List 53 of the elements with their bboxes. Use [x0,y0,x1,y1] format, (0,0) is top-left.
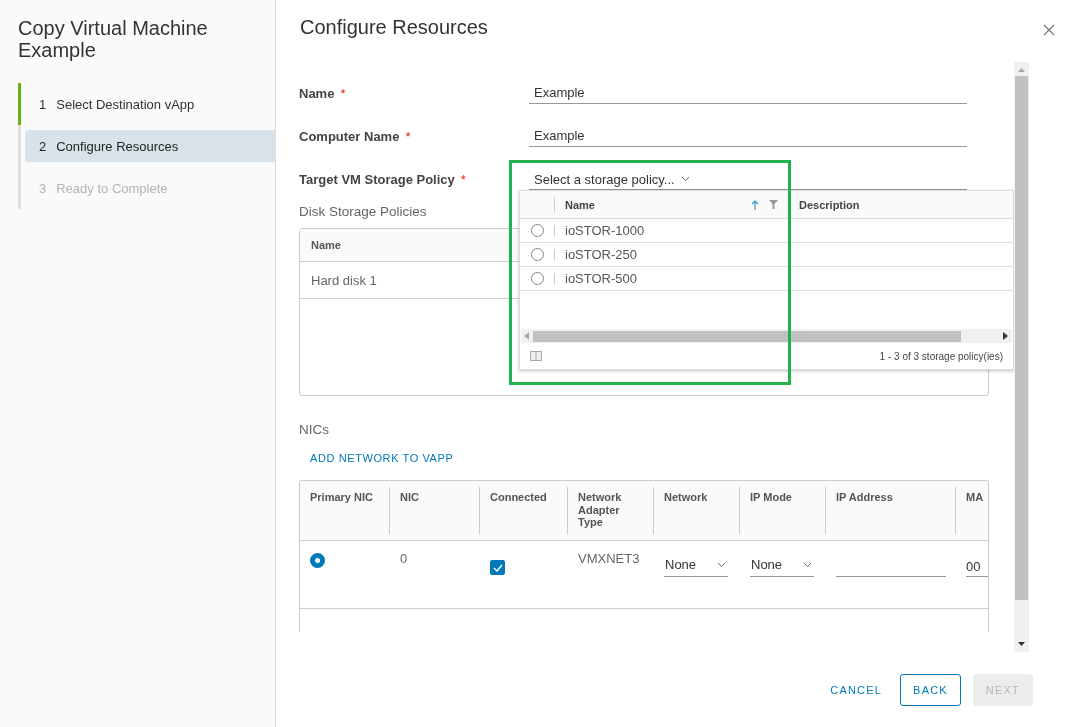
chevron-down-icon [717,561,726,568]
column-toggle-icon[interactable] [530,351,542,361]
add-network-link[interactable]: ADD NETWORK TO VAPP [310,452,454,464]
radio-button[interactable] [310,553,325,568]
section-heading: NICs [299,422,329,438]
required-mark: * [460,172,466,187]
column-header[interactable]: Name [565,198,751,211]
column-header: MA [966,491,984,503]
table-cell: Hard disk 1 [311,272,377,288]
scroll-right-arrow-icon[interactable] [1003,332,1009,340]
input-field[interactable]: 00 [966,557,988,577]
filter-icon[interactable] [769,200,778,209]
field-label: Target VM Storage Policy [299,172,455,187]
input-field[interactable]: Example [529,75,967,104]
section-heading: Disk Storage Policies [299,204,427,220]
pagination-text: 1 - 3 of 3 storage policy(ies) [879,350,1003,362]
wizard-step[interactable]: 1 Select Destination vApp [25,88,275,120]
required-mark: * [405,129,411,144]
table-cell: VMXNET3 [578,551,640,566]
cancel-button[interactable]: CANCEL [824,673,889,706]
scroll-left-arrow-icon[interactable] [524,332,530,340]
vertical-scrollbar[interactable] [1014,62,1029,652]
required-mark: * [340,86,346,101]
table-cell-text: ioSTOR-500 [564,270,638,288]
chevron-down-icon [680,176,690,182]
sort-up-arrow-icon[interactable] [751,199,759,210]
dialog-title: Configure Resources [300,16,488,39]
scroll-up-arrow-icon[interactable] [1017,67,1026,73]
scroll-down-arrow-icon[interactable] [1017,641,1026,647]
horizontal-scrollbar[interactable] [521,329,1012,343]
table-cell: 0 [400,551,408,566]
column-header: IP Mode [750,491,792,503]
column-header: Network [664,491,708,503]
chevron-down-icon [803,561,812,568]
column-header: Primary NIC [310,491,373,503]
column-header: NIC [400,491,419,503]
select-field[interactable]: None [664,556,728,577]
close-icon[interactable] [1043,24,1055,36]
select-field[interactable]: None [750,556,814,577]
wizard-title: Copy Virtual Machine Example [18,17,209,61]
column-header: IP Address [836,491,893,503]
field-label: Computer Name [299,129,400,144]
column-header[interactable]: Description [789,191,1013,218]
column-header: Connected [490,491,547,503]
wizard-step[interactable]: 2 Configure Resources [25,130,275,162]
column-header: Network Adapter Type [578,491,622,528]
table-cell-text: ioSTOR-250 [564,246,638,264]
input-field[interactable]: Example [529,118,967,147]
wizard-button[interactable]: BACK [900,673,961,706]
column-header: Name [311,239,341,251]
checkbox[interactable] [490,560,505,575]
field-label: Name [299,86,335,101]
table-cell-text: ioSTOR-1000 [564,222,646,240]
